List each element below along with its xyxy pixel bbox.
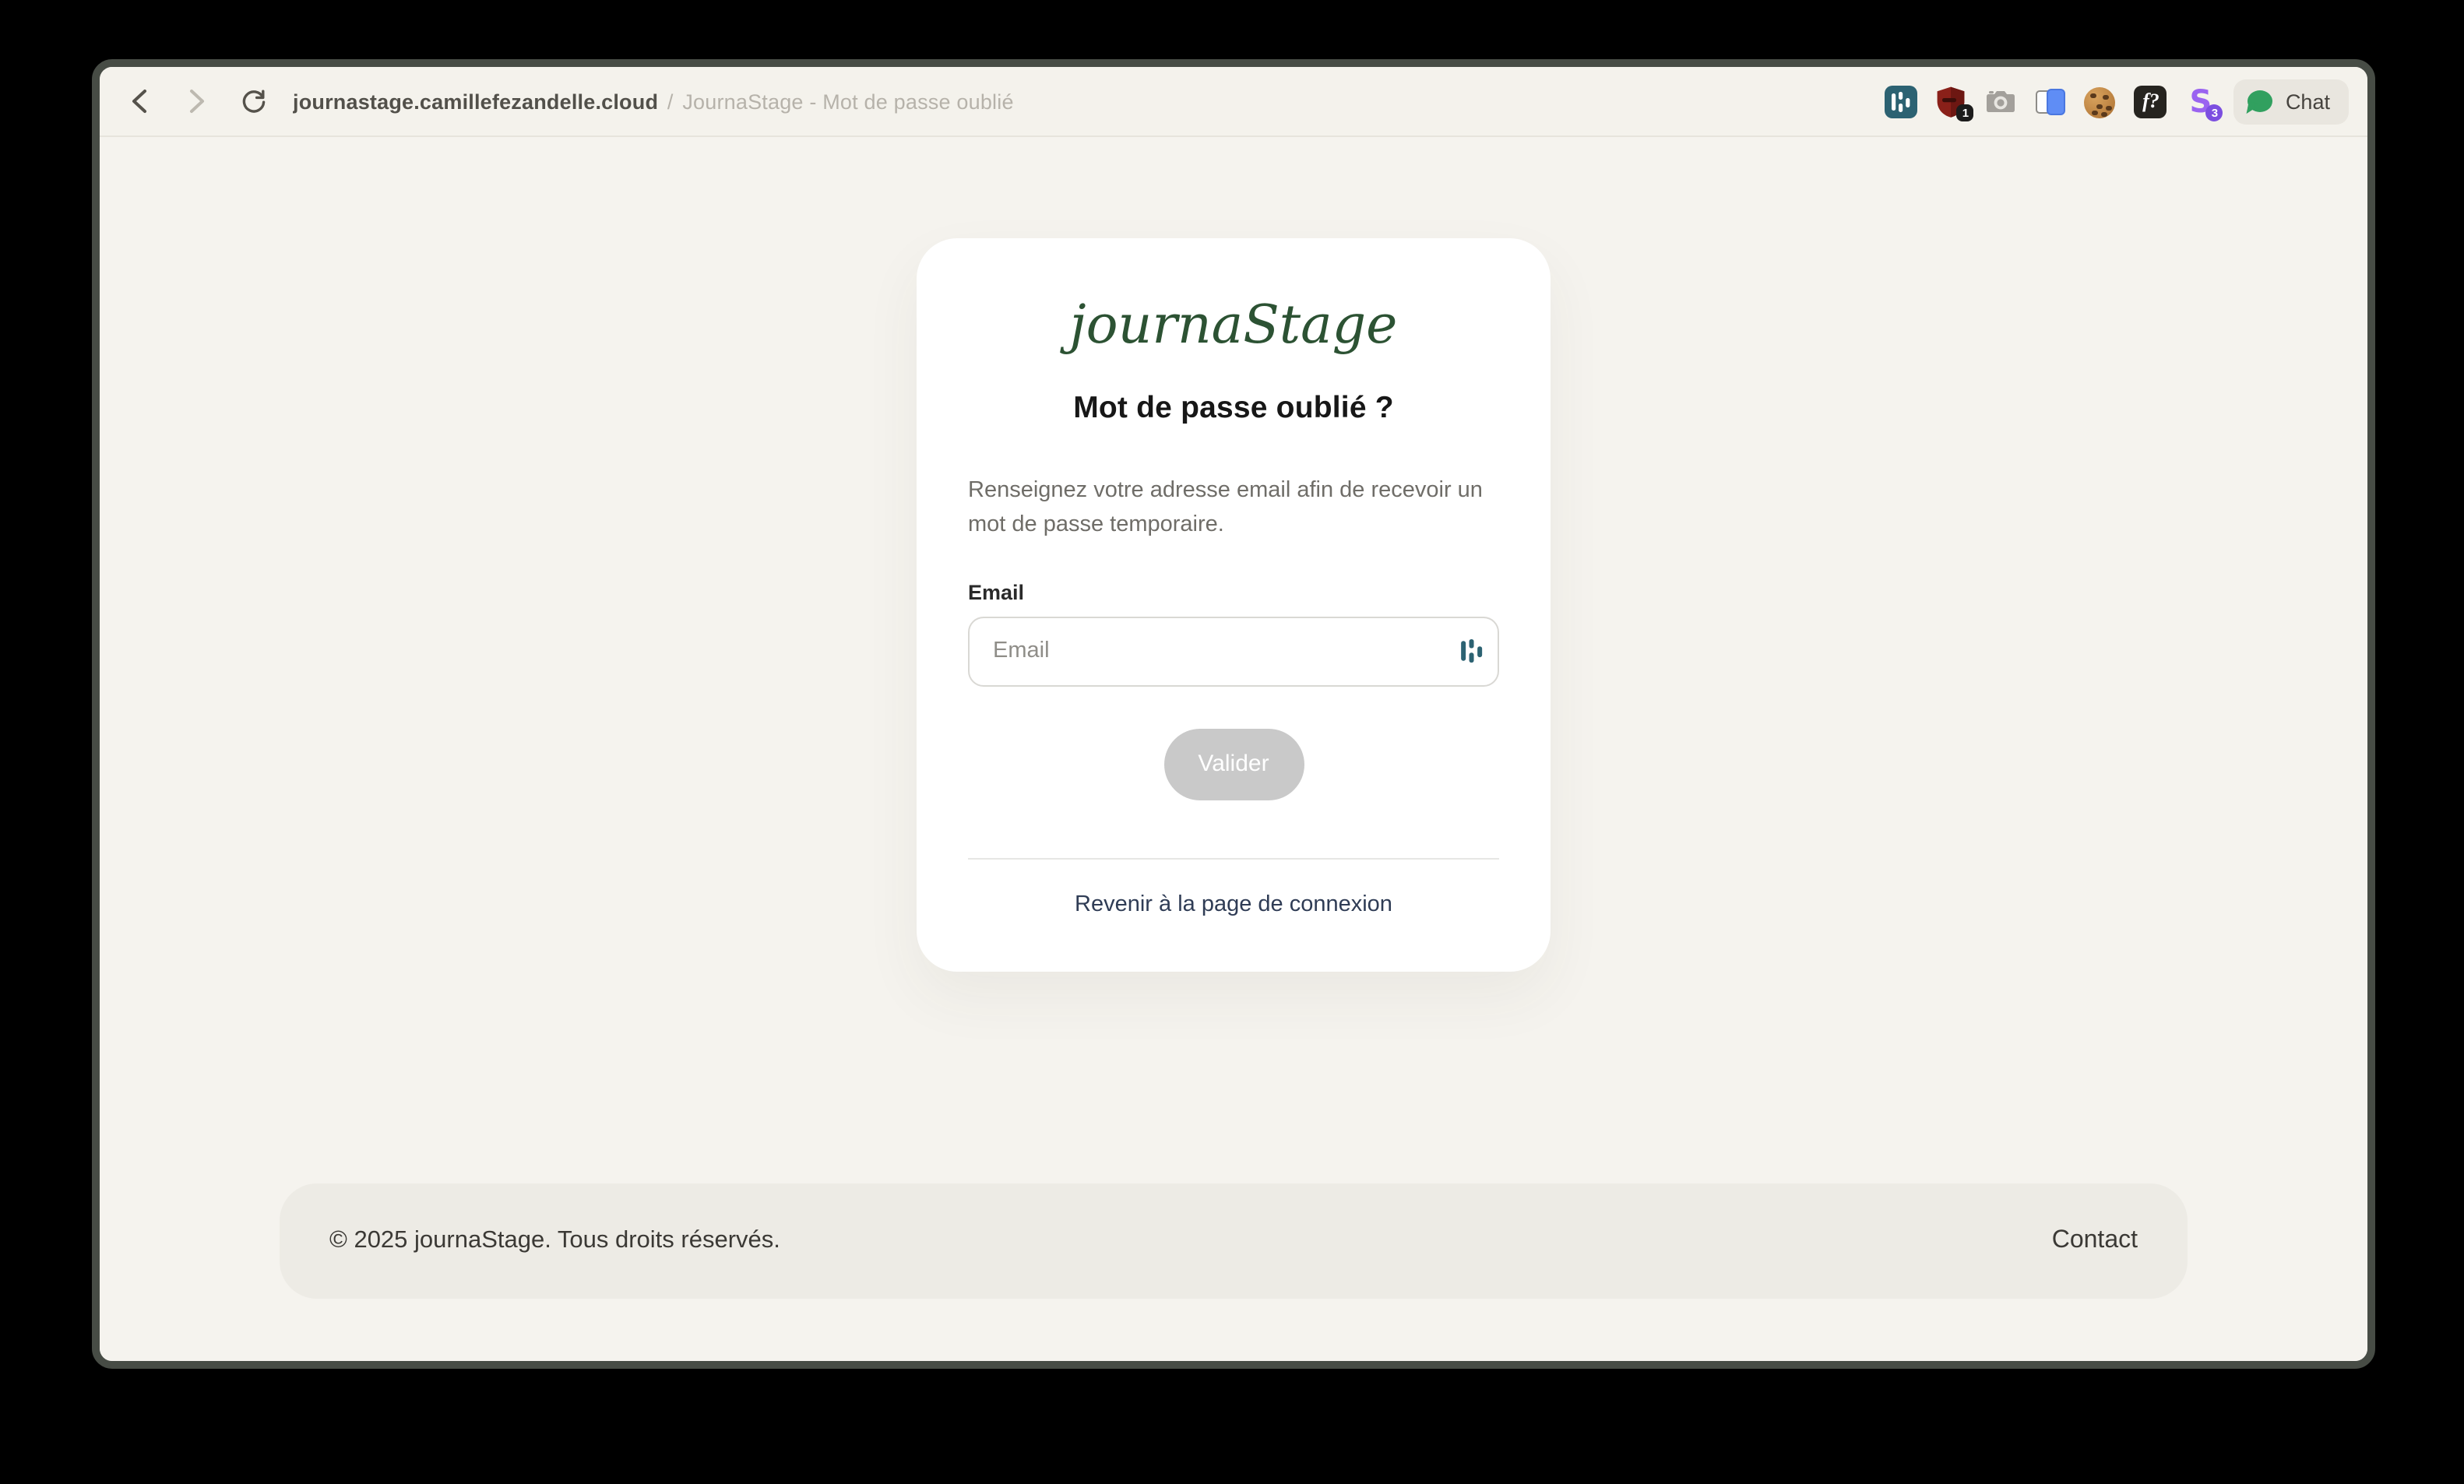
url-separator: /	[664, 90, 677, 113]
cookie-extension-button[interactable]	[2085, 85, 2117, 118]
email-input-wrap	[968, 617, 1499, 687]
font-finder-extension-button[interactable]: f?	[2135, 85, 2167, 118]
chat-button[interactable]: Chat	[2234, 79, 2349, 124]
chat-button-label: Chat	[2286, 90, 2330, 113]
url-page-title: JournaStage - Mot de passe oublié	[682, 90, 1013, 113]
chat-bubble-icon	[2248, 90, 2273, 112]
tab-front-icon	[2047, 88, 2066, 114]
page-footer: © 2025 journaStage. Tous droits réservés…	[280, 1183, 2188, 1299]
url-domain: journastage.camillefezandelle.cloud	[293, 90, 658, 113]
forward-icon	[186, 89, 206, 114]
cookie-icon	[2085, 86, 2116, 118]
back-icon	[128, 89, 149, 114]
adblock-extension-button[interactable]: 1	[1935, 85, 1968, 118]
button-row: Valider	[968, 729, 1499, 800]
back-to-login-link[interactable]: Revenir à la page de connexion	[1075, 892, 1392, 917]
dashlane-extension-button[interactable]	[1885, 85, 1918, 118]
forward-button[interactable]	[179, 84, 213, 118]
email-input[interactable]	[968, 617, 1499, 687]
forgot-password-card: journaStage Mot de passe oublié ? Rensei…	[917, 238, 1551, 972]
browser-toolbar: journastage.camillefezandelle.cloud / Jo…	[100, 67, 2367, 137]
reload-button[interactable]	[237, 84, 271, 118]
screen: journastage.camillefezandelle.cloud / Jo…	[0, 0, 2464, 1484]
journastage-logo: journaStage	[968, 291, 1499, 363]
valider-button[interactable]: Valider	[1163, 729, 1304, 800]
adblock-badge: 1	[1957, 104, 1974, 121]
font-finder-icon: f?	[2135, 85, 2167, 118]
page-content: journaStage Mot de passe oublié ? Rensei…	[100, 137, 2367, 1361]
email-label: Email	[968, 581, 1499, 604]
extension-area: 1 f?	[1885, 79, 2349, 124]
link-row: Revenir à la page de connexion	[968, 891, 1499, 919]
tabs-extension-button[interactable]	[2035, 85, 2068, 118]
screenshot-extension-button[interactable]	[1985, 85, 2018, 118]
contact-link[interactable]: Contact	[2052, 1227, 2138, 1255]
instructions-text: Renseignez votre adresse email afin de r…	[968, 473, 1499, 543]
page-title: Mot de passe oublié ?	[968, 391, 1499, 427]
card-divider	[968, 858, 1499, 860]
camera-icon	[1985, 85, 2018, 118]
browser-window: journastage.camillefezandelle.cloud / Jo…	[92, 59, 2375, 1369]
copyright-text: © 2025 journaStage. Tous droits réservés…	[329, 1227, 780, 1255]
reload-icon	[240, 87, 268, 115]
address-bar[interactable]: journastage.camillefezandelle.cloud / Jo…	[293, 90, 1014, 113]
nav-controls	[121, 84, 271, 118]
stylus-badge: 3	[2206, 104, 2223, 121]
stylus-extension-button[interactable]: S 3	[2184, 85, 2217, 118]
back-button[interactable]	[121, 84, 156, 118]
dashlane-icon	[1885, 85, 1918, 118]
dashlane-autofill-icon[interactable]	[1460, 638, 1484, 665]
